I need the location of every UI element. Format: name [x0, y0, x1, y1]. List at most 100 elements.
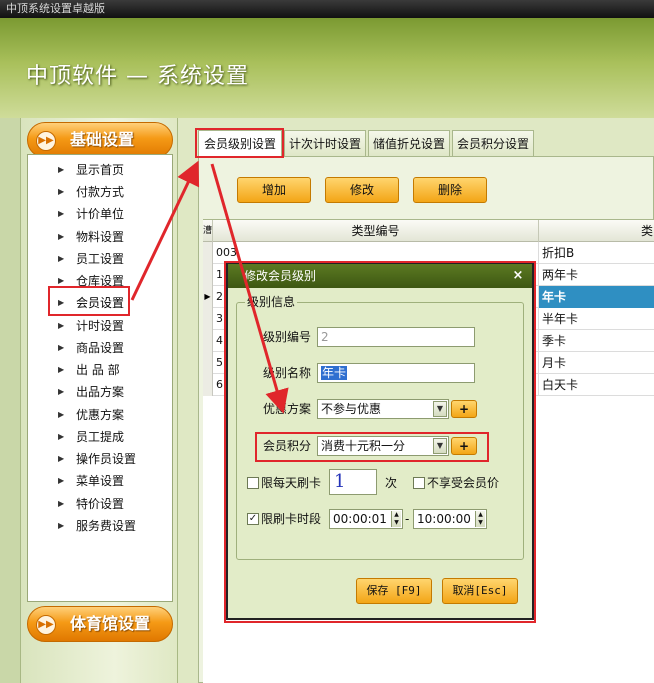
sidebar-item-label: 操作员设置	[76, 452, 137, 466]
sidebar-item-label: 仓库设置	[76, 274, 125, 288]
no-member-price-checkbox[interactable]	[413, 477, 425, 489]
daily-limit-input[interactable]: 1	[329, 469, 377, 495]
window-titlebar: 中顶系统设置卓越版	[0, 0, 654, 18]
level-name-field[interactable]: 年卡	[317, 363, 475, 383]
grid-header-type-id[interactable]: 类型编号	[213, 220, 539, 242]
app-title: 中顶软件 — 系统设置	[26, 64, 249, 89]
triangle-right-icon: ▶	[58, 187, 65, 196]
add-points-rule-button[interactable]: +	[451, 437, 477, 455]
save-button[interactable]: 保存 [F9]	[356, 578, 432, 604]
category-gym-settings-button[interactable]: ▶▶ 体育馆设置	[27, 606, 173, 642]
row-name: 白天卡	[542, 378, 579, 392]
level-id-field[interactable]: 2	[317, 327, 475, 347]
sidebar: ▶▶ 基础设置 ▶ 显示首页 ▶ 付款方式 ▶ 计价单位 ▶ 物料设置 ▶ 员工设置 ▶ 仓…	[20, 118, 178, 683]
tab-stored-value[interactable]: 储值折兑设置	[368, 130, 450, 156]
sidebar-item-discount-plan[interactable]: ▶ 优惠方案	[28, 404, 172, 426]
row-name: 折扣B	[542, 246, 575, 260]
close-icon[interactable]: ×	[510, 264, 526, 288]
discount-plan-value: 不参与优惠	[321, 402, 382, 416]
sidebar-item-commission[interactable]: ▶ 员工提成	[28, 426, 172, 448]
sidebar-item-label: 商品设置	[76, 341, 125, 355]
sidebar-item-label: 员工提成	[76, 430, 125, 444]
member-points-select[interactable]: 消费十元积一分 ▼	[317, 436, 449, 456]
triangle-right-icon: ▶	[58, 254, 65, 263]
row-indicator	[203, 330, 213, 352]
grid-header-indicator: 漕	[203, 220, 213, 242]
chevron-down-icon: ▼	[433, 438, 447, 454]
spinner-icon[interactable]: ▲ ▼	[475, 511, 485, 527]
sidebar-item-timing[interactable]: ▶ 计时设置	[28, 315, 172, 337]
sidebar-item-payment[interactable]: ▶ 付款方式	[28, 181, 172, 203]
sidebar-item-label: 员工设置	[76, 252, 125, 266]
sidebar-item-output-plan[interactable]: ▶ 出品方案	[28, 381, 172, 403]
sidebar-menu: ▶ 显示首页 ▶ 付款方式 ▶ 计价单位 ▶ 物料设置 ▶ 员工设置 ▶ 仓库设置 ▶ 会员设…	[27, 154, 173, 602]
sidebar-item-label: 付款方式	[76, 185, 125, 199]
sidebar-item-label: 会员设置	[76, 296, 125, 310]
grid-header: 漕 类型编号 类	[203, 220, 654, 242]
row-indicator	[203, 352, 213, 374]
time-limit-checkbox[interactable]: ✓	[247, 513, 259, 525]
sidebar-item-special-price[interactable]: ▶ 特价设置	[28, 493, 172, 515]
row-name: 年卡	[539, 286, 654, 308]
time-end-input[interactable]: 10:00:00 ▲ ▼	[413, 509, 487, 529]
triangle-right-icon: ▶	[58, 232, 65, 241]
sidebar-item-output-dept[interactable]: ▶ 出 品 部	[28, 359, 172, 381]
grid-header-extra[interactable]: 类	[539, 220, 654, 242]
table-row[interactable]: 003 折扣B	[203, 242, 654, 264]
circle-arrow-icon: ▶▶	[36, 615, 56, 635]
row-name: 月卡	[542, 356, 567, 370]
tab-count-timing[interactable]: 计次计时设置	[284, 130, 366, 156]
window-title: 中顶系统设置卓越版	[6, 2, 105, 15]
tab-member-points[interactable]: 会员积分设置	[452, 130, 534, 156]
row-name: 半年卡	[542, 312, 579, 326]
tab-strip: 会员级别设置 计次计时设置 储值折兑设置 会员积分设置	[192, 130, 654, 156]
tab-member-level[interactable]: 会员级别设置	[198, 130, 282, 156]
daily-limit-checkbox[interactable]	[247, 477, 259, 489]
edit-button[interactable]: 修改	[325, 177, 399, 203]
triangle-right-icon: ▶	[58, 476, 65, 485]
triangle-right-icon: ▶	[58, 298, 65, 307]
spinner-icon[interactable]: ▲ ▼	[391, 511, 401, 527]
row-name: 两年卡	[542, 268, 579, 282]
triangle-right-icon: ▶	[58, 365, 65, 374]
edit-member-level-dialog: 修改会员级别 × 级别信息 级别编号 2 级别名称 年卡 优惠方案 不参与优惠 …	[226, 262, 534, 620]
triangle-right-icon: ▶	[58, 432, 65, 441]
dialog-title: 修改会员级别	[244, 269, 317, 283]
sidebar-item-staff[interactable]: ▶ 员工设置	[28, 248, 172, 270]
dialog-titlebar: 修改会员级别 ×	[228, 264, 532, 288]
sidebar-item-label: 显示首页	[76, 163, 125, 177]
delete-button[interactable]: 删除	[413, 177, 487, 203]
sidebar-item-service-fee[interactable]: ▶ 服务费设置	[28, 515, 172, 537]
sidebar-item-menu[interactable]: ▶ 菜单设置	[28, 470, 172, 492]
sidebar-item-operators[interactable]: ▶ 操作员设置	[28, 448, 172, 470]
sidebar-item-home[interactable]: ▶ 显示首页	[28, 159, 172, 181]
sidebar-item-units[interactable]: ▶ 计价单位	[28, 203, 172, 225]
category-basic-settings-button[interactable]: ▶▶ 基础设置	[27, 122, 173, 158]
sidebar-item-label: 物料设置	[76, 230, 125, 244]
time-limit-label: 限刷卡时段	[261, 512, 322, 526]
triangle-right-icon: ▶	[58, 343, 65, 352]
row-indicator	[203, 308, 213, 330]
row-indicator	[203, 374, 213, 396]
time-start-input[interactable]: 00:00:01 ▲ ▼	[329, 509, 403, 529]
time-separator: -	[405, 512, 410, 526]
add-button[interactable]: 增加	[237, 177, 311, 203]
triangle-right-icon: ▶	[58, 276, 65, 285]
cancel-button[interactable]: 取消[Esc]	[442, 578, 518, 604]
sidebar-item-products[interactable]: ▶ 商品设置	[28, 337, 172, 359]
triangle-right-icon: ▶	[58, 410, 65, 419]
sidebar-item-warehouse[interactable]: ▶ 仓库设置	[28, 270, 172, 292]
triangle-right-icon: ▶	[58, 521, 65, 530]
no-member-price-label: 不享受会员价	[427, 476, 500, 490]
level-name-label: 级别名称	[263, 366, 312, 380]
level-id-label: 级别编号	[263, 330, 312, 344]
discount-plan-select[interactable]: 不参与优惠 ▼	[317, 399, 449, 419]
add-discount-plan-button[interactable]: +	[451, 400, 477, 418]
sidebar-item-member[interactable]: ▶ 会员设置	[28, 292, 172, 314]
sidebar-item-materials[interactable]: ▶ 物料设置	[28, 226, 172, 248]
triangle-right-icon: ▶	[58, 387, 65, 396]
time-start-value: 00:00:01	[333, 512, 387, 526]
daily-limit-label: 限每天刷卡	[261, 476, 322, 490]
discount-plan-label: 优惠方案	[263, 402, 312, 416]
triangle-right-icon: ▶	[58, 165, 65, 174]
